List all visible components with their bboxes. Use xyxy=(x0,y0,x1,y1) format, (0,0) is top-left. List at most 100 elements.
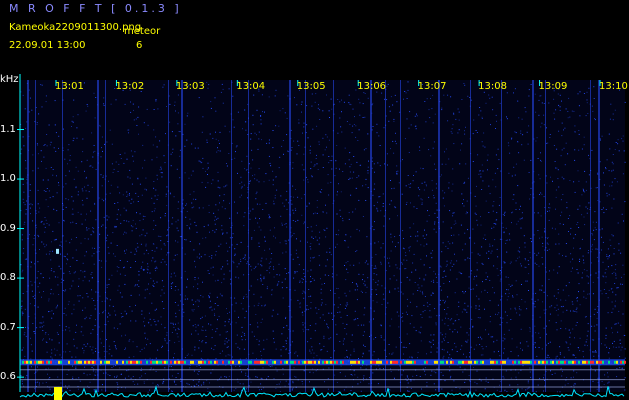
carrier-pixel xyxy=(540,360,542,364)
carrier-pixel xyxy=(466,360,468,364)
carrier-pixel xyxy=(28,360,30,364)
carrier-pixel xyxy=(370,360,372,364)
time-tick-label: 13:08 xyxy=(478,81,507,92)
carrier-pixel xyxy=(178,360,180,364)
carrier-pixel xyxy=(164,360,166,364)
carrier-pixel xyxy=(298,360,300,364)
carrier-pixel xyxy=(318,360,320,364)
carrier-pixel xyxy=(30,360,32,364)
carrier-pixel xyxy=(570,360,572,364)
carrier-pixel xyxy=(286,360,288,364)
carrier-pixel xyxy=(274,360,276,364)
carrier-pixel xyxy=(88,360,90,364)
carrier-pixel xyxy=(434,360,436,364)
carrier-pixel xyxy=(152,360,154,364)
carrier-pixel xyxy=(106,360,108,364)
carrier-pixel xyxy=(86,360,88,364)
spectrogram-panel[interactable]: kHz 13:01 13:02 13:03 13:04 13:05 13:06 13:07 1… xyxy=(0,0,629,400)
carrier-pixel xyxy=(324,360,326,364)
meteor-echo xyxy=(56,248,59,254)
carrier-pixel xyxy=(622,360,624,364)
carrier-pixel xyxy=(210,360,212,364)
carrier-pixel xyxy=(312,360,314,364)
carrier-pixel xyxy=(602,360,604,364)
carrier-pixel xyxy=(328,360,330,364)
carrier-pixel xyxy=(568,360,570,364)
time-tick-label: 13:05 xyxy=(296,81,326,92)
time-tick-label: 13:06 xyxy=(357,81,387,92)
interference-streak xyxy=(105,80,106,392)
carrier-pixel xyxy=(362,360,364,364)
carrier-pixel xyxy=(378,360,380,364)
carrier-pixel xyxy=(520,360,522,364)
carrier-pixel xyxy=(446,360,448,364)
interference-streak xyxy=(545,80,546,392)
carrier-pixel xyxy=(116,360,118,364)
interference-streak xyxy=(400,80,401,392)
carrier-pixel xyxy=(22,360,24,364)
carrier-pixel xyxy=(596,360,598,364)
carrier-pixel xyxy=(104,360,106,364)
carrier-pixel xyxy=(470,360,472,364)
carrier-pixel xyxy=(468,360,470,364)
interference-streak xyxy=(590,80,591,392)
carrier-pixel xyxy=(150,360,152,364)
carrier-pixel xyxy=(306,360,308,364)
frequency-tick-label: 0.7 xyxy=(0,321,16,333)
carrier-pixel xyxy=(578,360,580,364)
carrier-pixel xyxy=(262,360,264,364)
spectrogram-plot[interactable] xyxy=(0,0,629,400)
carrier-pixel xyxy=(450,360,452,364)
carrier-pixel xyxy=(386,360,388,364)
time-tick-label: 13:01 xyxy=(55,81,84,92)
carrier-pixel xyxy=(562,360,564,364)
carrier-pixel xyxy=(522,360,524,364)
carrier-pixel xyxy=(494,360,496,364)
carrier-pixel xyxy=(400,360,402,364)
time-tick-label: 13:09 xyxy=(538,81,568,92)
carrier-pixel xyxy=(48,360,50,364)
interference-streak xyxy=(470,80,471,392)
carrier-pixel xyxy=(100,360,102,364)
carrier-pixel xyxy=(424,360,426,364)
carrier-pixel xyxy=(528,360,530,364)
carrier-pixel xyxy=(390,360,392,364)
carrier-pixel xyxy=(46,360,48,364)
carrier-pixel xyxy=(350,360,352,364)
interference-streak xyxy=(97,80,99,392)
carrier-pixel xyxy=(334,360,336,364)
carrier-pixel xyxy=(36,360,38,364)
carrier-pixel xyxy=(94,360,96,364)
carrier-pixel xyxy=(290,360,292,364)
carrier-pixel xyxy=(204,360,206,364)
meteor-marker xyxy=(54,387,62,400)
carrier-pixel xyxy=(372,360,374,364)
carrier-pixel xyxy=(202,360,204,364)
interference-streak xyxy=(370,80,372,392)
interference-streak xyxy=(181,80,183,392)
carrier-pixel xyxy=(542,360,544,364)
carrier-pixel xyxy=(292,360,294,364)
carrier-pixel xyxy=(76,360,78,364)
carrier-pixel xyxy=(598,360,600,364)
carrier-pixel xyxy=(460,360,462,364)
carrier-pixel xyxy=(550,360,552,364)
interference-streak xyxy=(35,80,36,392)
carrier-pixel xyxy=(564,360,566,364)
carrier-pixel xyxy=(182,360,184,364)
frequency-tick-label: 0.8 xyxy=(0,272,16,284)
interference-streak xyxy=(168,80,169,392)
interference-streak xyxy=(289,80,291,392)
carrier-pixel xyxy=(396,360,398,364)
carrier-pixel xyxy=(260,360,262,364)
time-tick-label: 13:03 xyxy=(175,81,205,92)
carrier-pixel xyxy=(108,360,110,364)
carrier-pixel xyxy=(42,360,44,364)
carrier-pixel xyxy=(518,360,520,364)
carrier-pixel xyxy=(330,360,332,364)
carrier-pixel xyxy=(248,360,250,364)
time-tick-label: 13:10 xyxy=(599,81,628,92)
carrier-pixel xyxy=(538,360,540,364)
carrier-pixel xyxy=(166,360,168,364)
carrier-pixel xyxy=(160,360,162,364)
